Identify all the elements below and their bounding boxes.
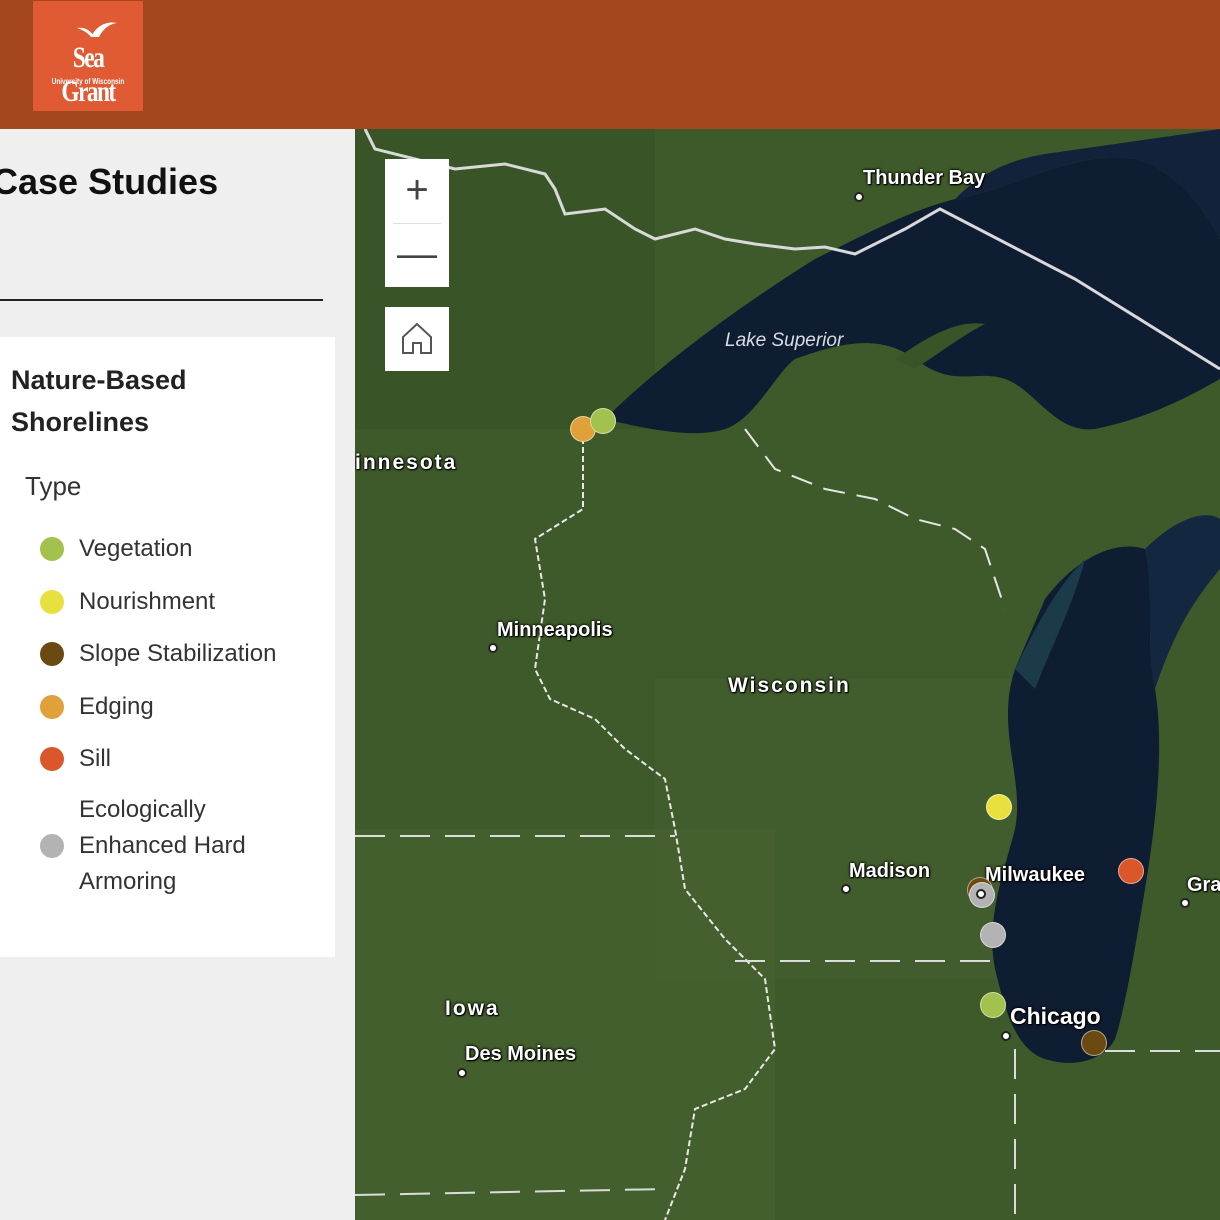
label-milwaukee: Milwaukee <box>985 864 1086 886</box>
legend-swatch <box>40 537 64 561</box>
gull-logo-icon <box>77 22 117 37</box>
legend-label: Ecologically Enhanced Hard Armoring <box>79 796 246 895</box>
label-des-moines: Des Moines <box>465 1043 577 1065</box>
zoom-out-button[interactable]: — <box>385 223 449 287</box>
home-icon <box>402 322 432 354</box>
logo-subtitle: University of Wisconsin <box>51 77 125 86</box>
sea-grant-logo[interactable]: Sea Grant University of Wisconsin <box>33 1 143 111</box>
label-minneapolis: Minneapolis <box>497 619 613 641</box>
city-dot-chicago <box>1001 1031 1011 1041</box>
legend-swatch <box>40 747 64 771</box>
sidebar: Case Studies Nature-Based Shorelines Typ… <box>0 129 355 1220</box>
city-dot-minneapolis <box>488 643 498 653</box>
label-chicago: Chicago <box>1010 1003 1101 1029</box>
city-dot-grand-rapids <box>1180 898 1190 908</box>
marker-vegetation[interactable] <box>590 408 616 434</box>
label-iowa: Iowa <box>445 997 500 1020</box>
marker-sill[interactable] <box>1118 858 1144 884</box>
sidebar-title: Case Studies <box>0 161 219 202</box>
legend-swatch <box>40 590 64 614</box>
zoom-control: + — <box>385 159 449 287</box>
legend-label: Vegetation <box>79 535 193 562</box>
legend-label: Sill <box>79 745 112 772</box>
divider <box>0 299 323 301</box>
app-header: Sea Grant University of Wisconsin <box>0 0 1220 129</box>
legend-panel: Nature-Based Shorelines Type Vegetation … <box>0 337 335 957</box>
label-madison: Madison <box>849 860 931 882</box>
logo-name: Sea Grant <box>61 41 116 108</box>
legend-swatch <box>40 834 64 858</box>
home-button[interactable] <box>385 307 449 371</box>
label-thunder-bay: Thunder Bay <box>863 167 986 189</box>
label-lake-superior: Lake Superior <box>725 330 844 351</box>
legend-swatch <box>40 642 64 666</box>
legend-label: Edging <box>79 693 154 720</box>
legend-label: Slope Stabilization <box>79 640 277 667</box>
marker-hard-armoring[interactable] <box>980 922 1006 948</box>
zoom-in-button[interactable]: + <box>385 159 449 223</box>
legend-label: Nourishment <box>79 588 216 615</box>
legend-layer-title: Nature-Based Shorelines <box>11 365 187 437</box>
legend-swatch <box>40 695 64 719</box>
label-grand-rapids: Gra <box>1187 874 1220 896</box>
label-minnesota: innesota <box>355 451 458 474</box>
city-dot-milwaukee <box>976 889 986 899</box>
label-wisconsin: Wisconsin <box>728 674 851 697</box>
marker-slope-stabilization[interactable] <box>1081 1030 1107 1056</box>
city-dot-madison <box>841 884 851 894</box>
marker-nourishment[interactable] <box>986 794 1012 820</box>
city-dot-thunder-bay <box>854 192 864 202</box>
city-dot-des-moines <box>457 1068 467 1078</box>
legend-field-title: Type <box>25 471 82 501</box>
marker-vegetation[interactable] <box>980 992 1006 1018</box>
map-view[interactable]: + — Thunder Bay Lake Superior innesota M… <box>355 129 1220 1220</box>
